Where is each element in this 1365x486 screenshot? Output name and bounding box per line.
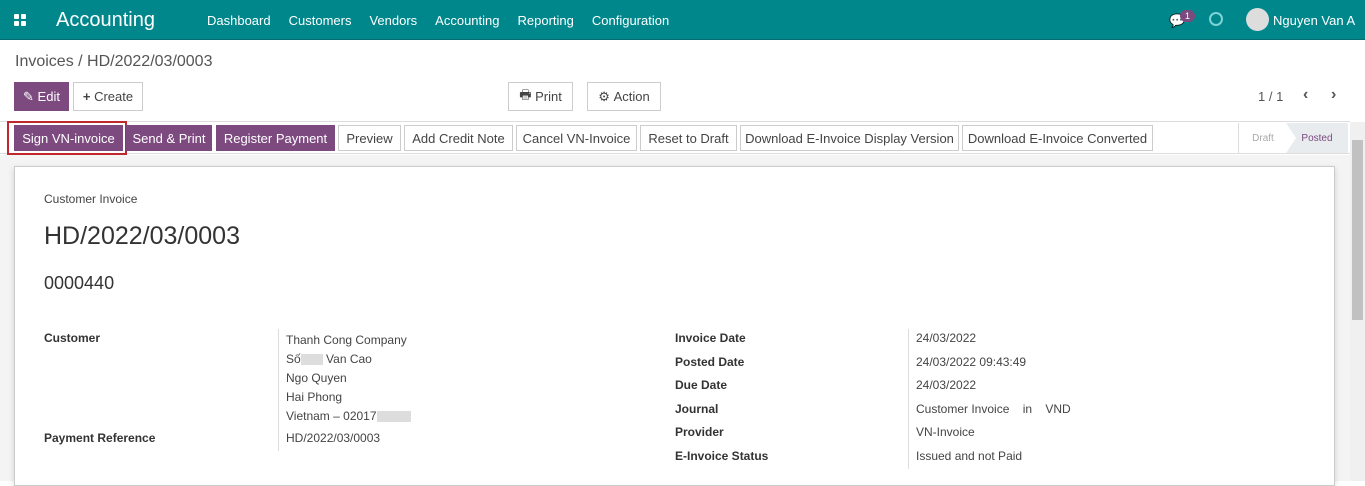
chevron-left-icon[interactable]: ‹ bbox=[1303, 86, 1308, 104]
menu-configuration[interactable]: Configuration bbox=[592, 13, 669, 28]
print-button[interactable]: 🖶 Print bbox=[508, 82, 573, 111]
menu-dashboard[interactable]: Dashboard bbox=[207, 13, 271, 28]
journal-label: Journal bbox=[675, 402, 719, 416]
download-converted-button[interactable]: Download E-Invoice Converted bbox=[962, 125, 1153, 151]
action-button[interactable]: ⚙ Action bbox=[587, 82, 661, 111]
breadcrumb-current: HD/2022/03/0003 bbox=[87, 53, 213, 70]
send-print-button[interactable]: Send & Print bbox=[126, 125, 212, 151]
due-date-value: 24/03/2022 bbox=[916, 378, 977, 392]
pager-value: 1 / 1 bbox=[1258, 89, 1284, 104]
menu-customers[interactable]: Customers bbox=[289, 13, 352, 28]
top-navbar: Accounting Dashboard Customers Vendors A… bbox=[0, 0, 1365, 40]
breadcrumb-invoices[interactable]: Invoices bbox=[15, 53, 74, 70]
invoice-sheet: Customer Invoice HD/2022/03/0003 0000440… bbox=[14, 166, 1335, 486]
provider-label: Provider bbox=[675, 425, 724, 439]
divider bbox=[278, 329, 279, 451]
provider-value: VN-Invoice bbox=[916, 425, 975, 439]
customer-label: Customer bbox=[44, 331, 101, 345]
cancel-vn-invoice-button[interactable]: Cancel VN-Invoice bbox=[516, 125, 637, 151]
preview-button[interactable]: Preview bbox=[338, 125, 401, 151]
highlight-box bbox=[7, 121, 127, 155]
apps-menu-icon[interactable] bbox=[14, 14, 26, 26]
plus-icon: + bbox=[82, 89, 95, 104]
divider bbox=[1238, 123, 1239, 153]
due-date-label: Due Date bbox=[675, 378, 728, 392]
invoice-date-label: Invoice Date bbox=[675, 331, 746, 345]
stage-draft[interactable]: Draft bbox=[1240, 123, 1286, 153]
download-display-version-button[interactable]: Download E-Invoice Display Version bbox=[740, 125, 959, 151]
einvoice-status-value: Issued and not Paid bbox=[916, 449, 1023, 463]
journal-value[interactable]: Customer Invoice in VND bbox=[916, 402, 1071, 416]
menu-vendors[interactable]: Vendors bbox=[369, 13, 417, 28]
create-button[interactable]: + Create bbox=[73, 82, 143, 111]
gear-icon: ⚙ bbox=[598, 88, 614, 104]
chevron-right-icon[interactable]: › bbox=[1331, 86, 1336, 104]
scrollbar[interactable] bbox=[1350, 122, 1365, 481]
main-menu: Dashboard Customers Vendors Accounting R… bbox=[207, 13, 669, 28]
printer-icon: 🖶 bbox=[519, 86, 536, 102]
menu-reporting[interactable]: Reporting bbox=[518, 13, 574, 28]
register-payment-button[interactable]: Register Payment bbox=[216, 125, 335, 151]
activity-clock-icon[interactable] bbox=[1209, 12, 1223, 26]
menu-accounting[interactable]: Accounting bbox=[435, 13, 499, 28]
einvoice-status-label: E-Invoice Status bbox=[675, 449, 769, 463]
breadcrumb-separator: / bbox=[78, 53, 88, 70]
payment-reference-label: Payment Reference bbox=[44, 431, 156, 445]
breadcrumb: Invoices / HD/2022/03/0003 bbox=[15, 53, 212, 71]
scrollbar-thumb[interactable] bbox=[1352, 140, 1363, 320]
posted-date-value: 24/03/2022 09:43:49 bbox=[916, 355, 1027, 369]
app-title: Accounting bbox=[56, 9, 155, 31]
add-credit-note-button[interactable]: Add Credit Note bbox=[404, 125, 513, 151]
customer-address[interactable]: Thanh Cong Company Số Van Cao Ngo Quyen … bbox=[286, 331, 411, 426]
payment-reference-value: HD/2022/03/0003 bbox=[286, 431, 381, 445]
invoice-date-value: 24/03/2022 bbox=[916, 331, 977, 345]
user-name[interactable]: Nguyen Van A bbox=[1273, 13, 1355, 28]
invoice-name: HD/2022/03/0003 bbox=[44, 222, 240, 250]
message-count-badge: 1 bbox=[1180, 10, 1196, 22]
reset-to-draft-button[interactable]: Reset to Draft bbox=[640, 125, 737, 151]
posted-date-label: Posted Date bbox=[675, 355, 745, 369]
pencil-icon: ✎ bbox=[23, 88, 38, 104]
invoice-number: 0000440 bbox=[44, 273, 115, 293]
edit-button[interactable]: ✎ Edit bbox=[14, 82, 69, 111]
divider bbox=[908, 329, 909, 469]
invoice-type: Customer Invoice bbox=[44, 192, 138, 206]
avatar[interactable] bbox=[1246, 8, 1269, 31]
